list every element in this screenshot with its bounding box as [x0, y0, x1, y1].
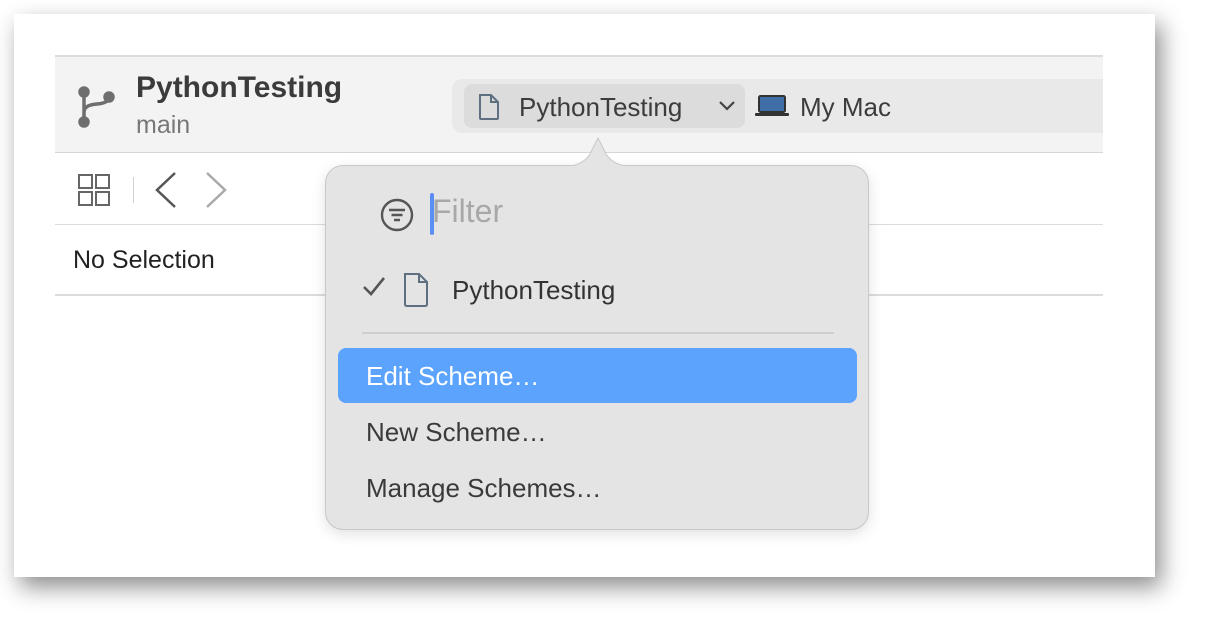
menu-item-label: Edit Scheme… — [366, 361, 540, 391]
chevron-left-icon[interactable] — [153, 171, 179, 209]
scheme-name: PythonTesting — [519, 92, 683, 122]
checkmark-icon — [363, 277, 386, 296]
scheme-item[interactable]: PythonTesting — [356, 268, 836, 312]
new-scheme-item[interactable]: New Scheme… — [338, 404, 857, 459]
project-title: PythonTesting — [136, 71, 343, 104]
scheme-menu: PythonTesting Edit Scheme… New Scheme… M… — [325, 165, 869, 530]
scheme-selector[interactable]: PythonTesting — [464, 84, 745, 128]
laptop-icon[interactable] — [754, 94, 790, 118]
activity-area: PythonTesting My Mac — [452, 79, 1103, 133]
document-icon — [404, 273, 428, 307]
menu-item-label: Manage Schemes… — [366, 473, 602, 503]
filter-input[interactable] — [432, 193, 812, 230]
branch-icon — [78, 86, 115, 128]
edit-scheme-item[interactable]: Edit Scheme… — [338, 348, 857, 403]
scheme-item-label: PythonTesting — [452, 275, 616, 305]
document-icon — [479, 94, 499, 120]
menu-item-label: New Scheme… — [366, 417, 547, 447]
menu-separator — [362, 332, 834, 334]
run-destination[interactable]: My Mac — [800, 92, 891, 123]
manage-schemes-item[interactable]: Manage Schemes… — [338, 460, 857, 515]
related-items-icon[interactable] — [77, 173, 111, 207]
filter-icon — [380, 198, 414, 232]
divider — [133, 177, 134, 203]
chevron-right-icon[interactable] — [203, 171, 229, 209]
popover-arrow — [560, 136, 636, 168]
no-selection-label: No Selection — [73, 246, 215, 274]
branch-name: main — [136, 111, 191, 139]
chevron-down-icon — [719, 101, 735, 111]
